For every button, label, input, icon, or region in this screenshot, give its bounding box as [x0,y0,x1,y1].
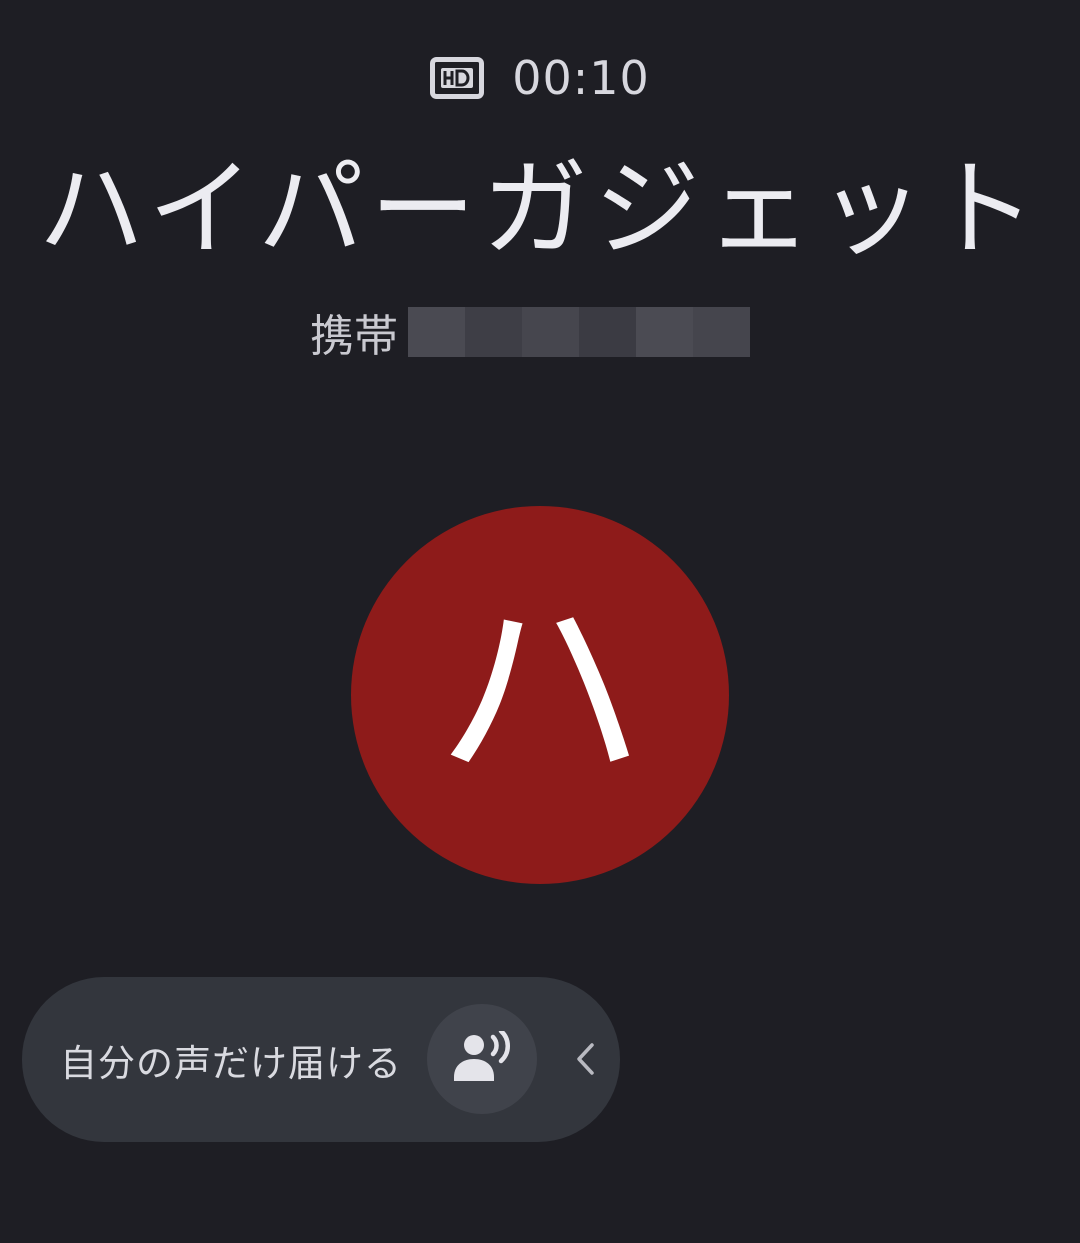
caller-name: ハイパーガジェット [38,148,1042,271]
voice-isolation-button[interactable] [427,1004,537,1114]
voice-isolation-pill[interactable]: 自分の声だけ届ける [22,977,620,1142]
caller-avatar: ハ [351,506,729,884]
voice-isolation-icon [454,1031,511,1081]
redacted-phone-number [408,307,750,357]
redaction-block [579,307,636,357]
redaction-block [465,307,522,357]
redaction-block [693,307,750,357]
avatar-initial: ハ [434,569,645,814]
redaction-block [408,307,465,357]
voice-isolation-label: 自分の声だけ届ける [60,1041,402,1085]
hd-icon [430,57,485,99]
number-type-label: 携帯 [310,311,398,362]
call-timer: 00:10 [512,51,650,105]
chevron-left-icon[interactable] [570,1037,600,1081]
caller-number-row: 携帯 [0,305,1080,362]
redaction-block [636,307,693,357]
call-status-row: 00:10 [0,50,1080,106]
redaction-block [522,307,579,357]
